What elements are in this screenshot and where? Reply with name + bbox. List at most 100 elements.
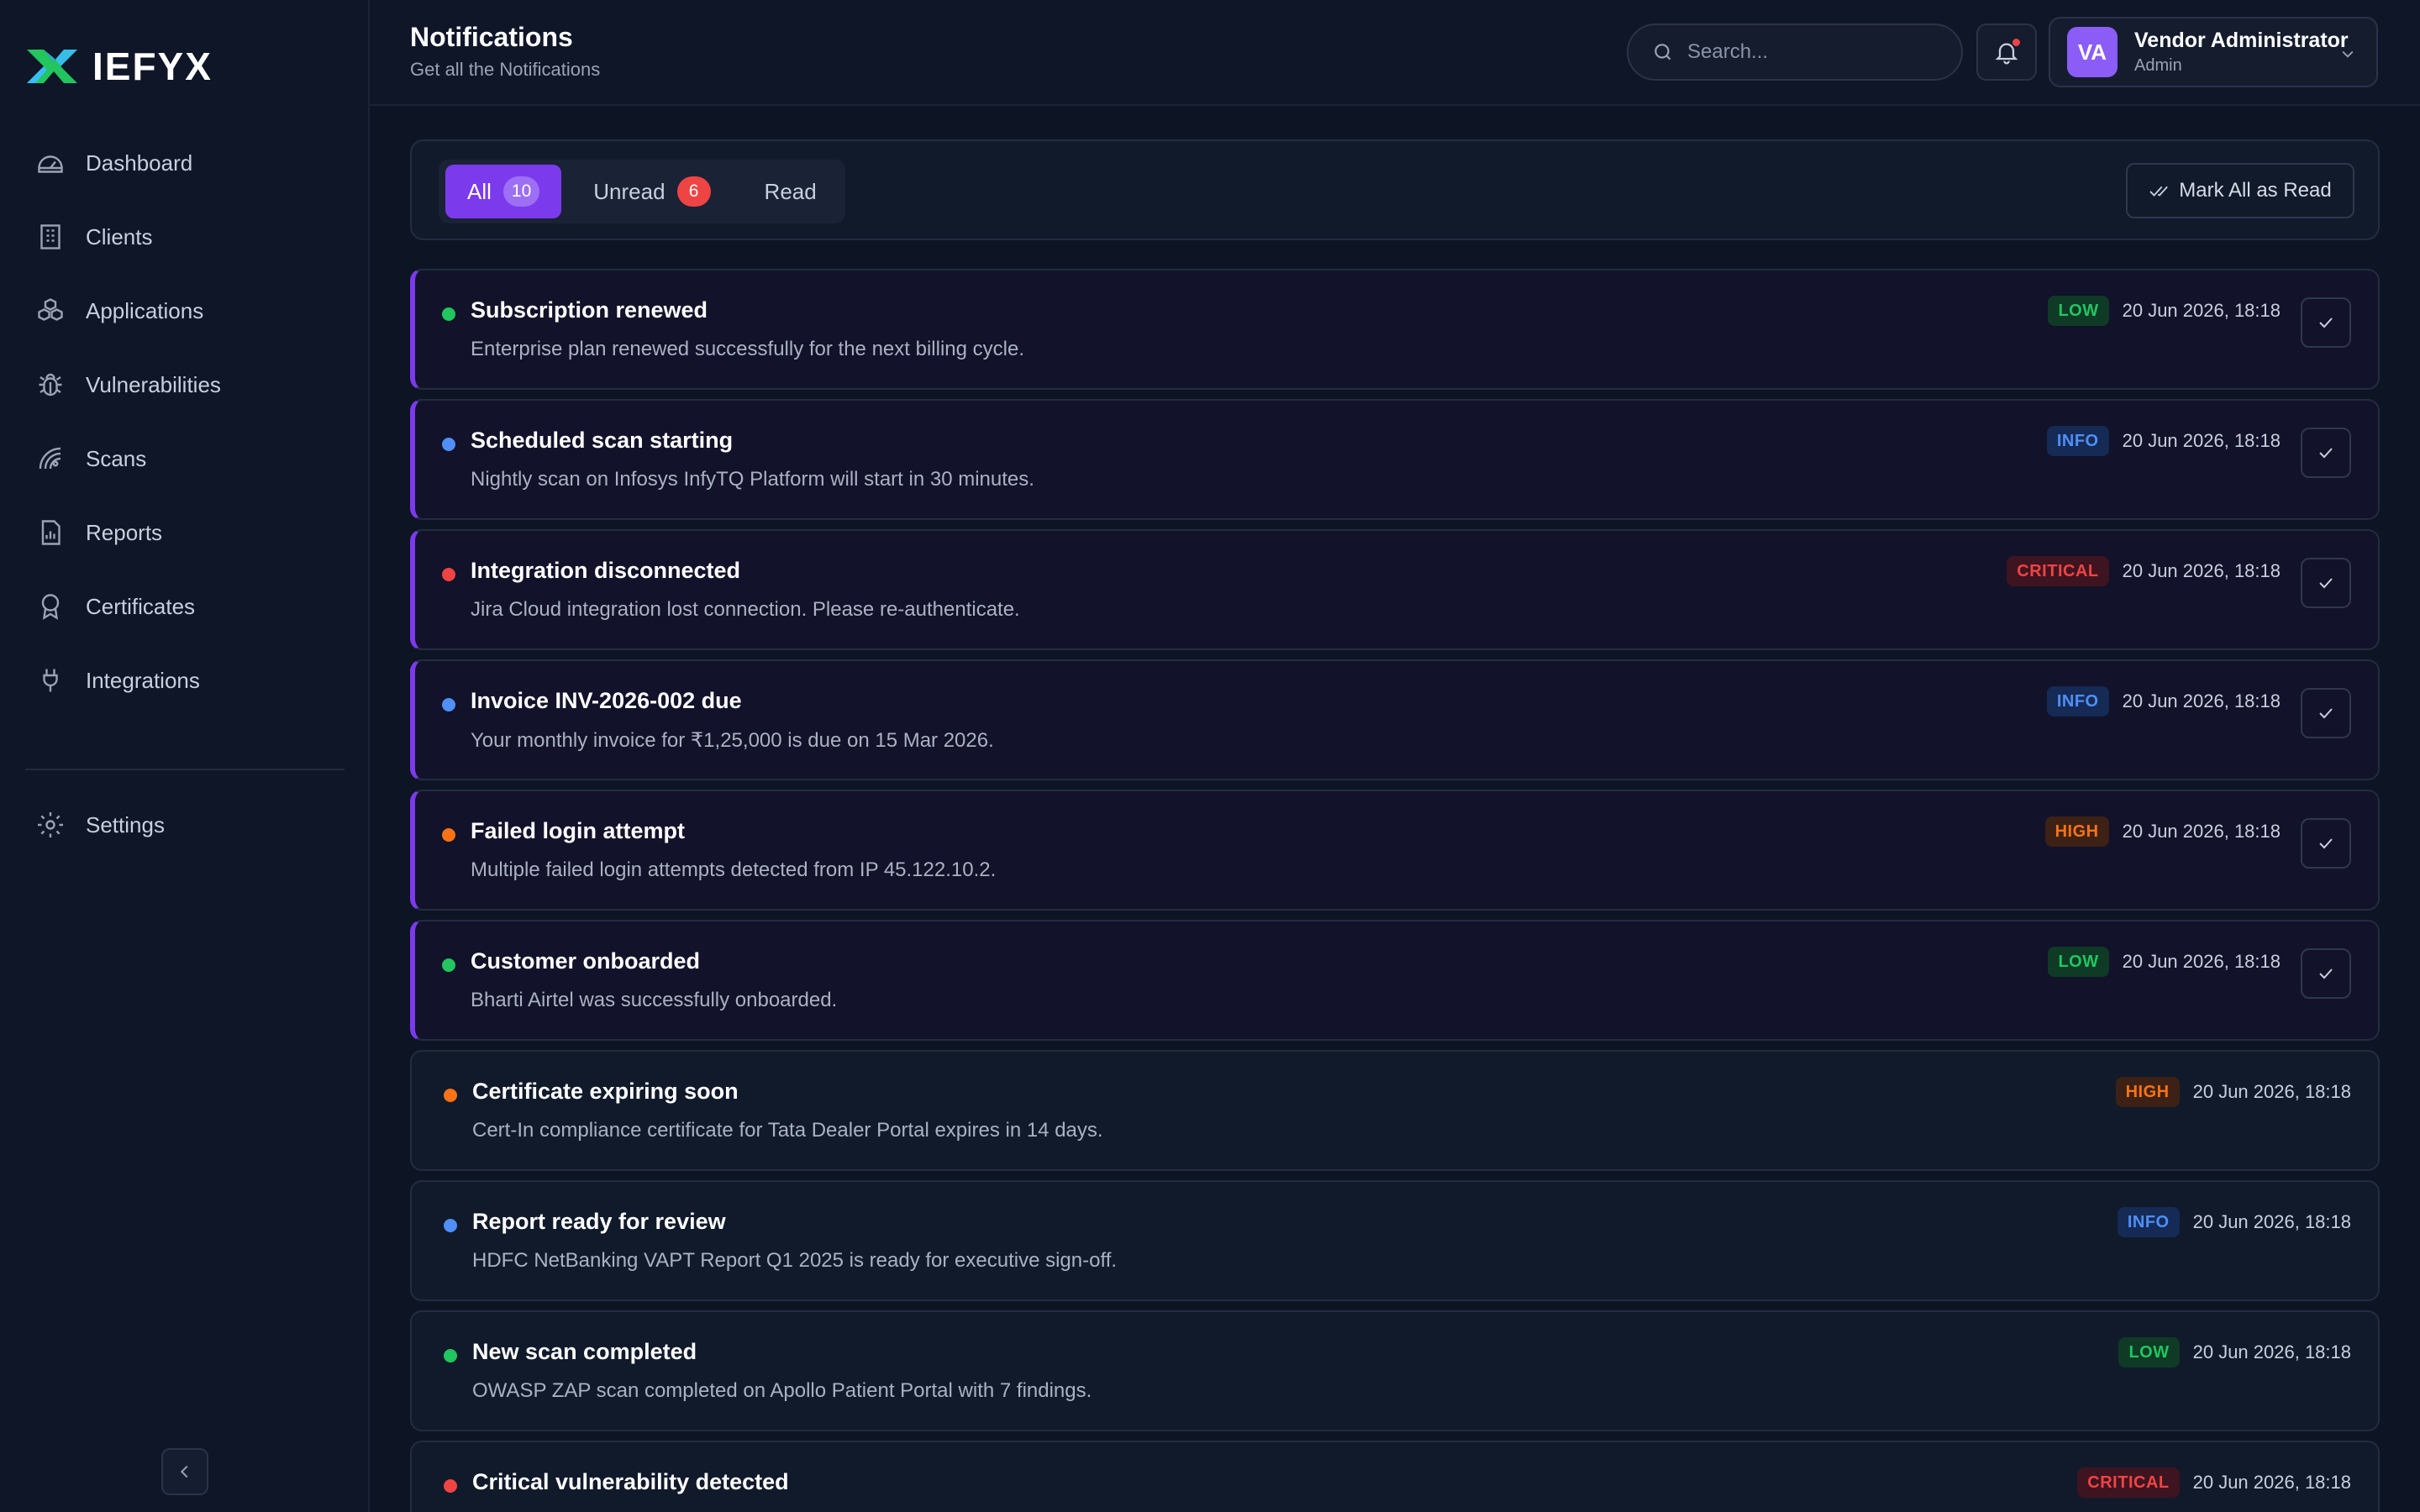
notification-item[interactable]: Customer onboarded Bharti Airtel was suc… — [410, 920, 2380, 1041]
double-check-icon — [2149, 186, 2169, 197]
user-menu-button[interactable]: VA Vendor Administrator Admin — [2049, 17, 2378, 87]
mark-all-read-label: Mark All as Read — [2179, 179, 2332, 202]
check-icon — [2319, 838, 2333, 849]
building-icon — [40, 224, 60, 249]
logo-mark-icon — [27, 50, 77, 83]
notification-timestamp: 20 Jun 2026, 18:18 — [2192, 1472, 2351, 1493]
severity-badge: INFO — [2117, 1207, 2180, 1237]
mark-read-button[interactable] — [2301, 948, 2351, 999]
sidebar-item-label: Dashboard — [86, 150, 193, 176]
notification-title: Customer onboarded — [471, 948, 701, 974]
notification-item[interactable]: Integration disconnected Jira Cloud inte… — [410, 529, 2380, 650]
notification-meta: INFO 20 Jun 2026, 18:18 — [2046, 686, 2281, 717]
severity-dot — [442, 438, 455, 451]
sidebar-item-applications[interactable]: Applications — [25, 274, 345, 348]
tab-label: All — [467, 178, 492, 204]
severity-dot — [442, 958, 455, 972]
sidebar-item-scans[interactable]: Scans — [25, 422, 345, 496]
notification-meta: LOW 20 Jun 2026, 18:18 — [2048, 296, 2281, 326]
mark-all-read-button[interactable]: Mark All as Read — [2126, 163, 2354, 218]
sidebar-divider — [25, 769, 345, 770]
sidebar-item-settings[interactable]: Settings — [25, 788, 345, 862]
sidebar-item-vulnerabilities[interactable]: Vulnerabilities — [25, 348, 345, 422]
notification-title: Certificate expiring soon — [472, 1079, 739, 1104]
sidebar-item-label: Settings — [86, 811, 165, 837]
notification-timestamp: 20 Jun 2026, 18:18 — [2122, 690, 2281, 711]
tab-count-badge: 10 — [502, 176, 540, 207]
notification-item[interactable]: Critical vulnerability detected CRITICAL… — [410, 1441, 2380, 1512]
notifications-bell-button[interactable] — [1976, 24, 2037, 81]
notification-timestamp: 20 Jun 2026, 18:18 — [2122, 560, 2281, 581]
sidebar-item-integrations[interactable]: Integrations — [25, 643, 345, 717]
sidebar-item-label: Vulnerabilities — [86, 371, 221, 397]
notification-title: Failed login attempt — [471, 818, 686, 843]
severity-badge: LOW — [2048, 947, 2109, 977]
notification-title: New scan completed — [472, 1339, 697, 1364]
notification-item[interactable]: Certificate expiring soon Cert-In compli… — [410, 1050, 2380, 1171]
tab-read[interactable]: Read — [743, 165, 839, 218]
notification-title: Subscription renewed — [471, 297, 708, 323]
sidebar-item-clients[interactable]: Clients — [25, 200, 345, 274]
notification-title: Invoice INV-2026-002 due — [471, 688, 742, 713]
sidebar-item-label: Reports — [86, 519, 163, 545]
notification-meta: CRITICAL 20 Jun 2026, 18:18 — [2007, 556, 2281, 586]
notification-title: Scheduled scan starting — [471, 428, 734, 453]
severity-dot — [444, 1089, 457, 1102]
severity-badge: HIGH — [2115, 1077, 2180, 1107]
notification-timestamp: 20 Jun 2026, 18:18 — [2192, 1341, 2351, 1362]
notification-item[interactable]: Invoice INV-2026-002 due Your monthly in… — [410, 659, 2380, 780]
notification-item[interactable]: New scan completed OWASP ZAP scan comple… — [410, 1310, 2380, 1431]
plug-icon — [43, 669, 58, 692]
top-header: Notifications Get all the Notifications … — [370, 0, 2420, 106]
mark-read-button[interactable] — [2301, 428, 2351, 478]
tab-all[interactable]: All 10 — [445, 165, 562, 218]
sidebar-settings-group: Settings — [25, 788, 345, 862]
brand-logo[interactable]: IEFYX — [25, 44, 213, 89]
notification-item[interactable]: Scheduled scan starting Nightly scan on … — [410, 399, 2380, 520]
tab-label: Unread — [593, 178, 666, 204]
notification-item[interactable]: Report ready for review HDFC NetBanking … — [410, 1180, 2380, 1301]
check-icon — [2319, 708, 2333, 719]
tab-unread[interactable]: Unread 6 — [571, 165, 732, 218]
notification-filter-bar: All 10 Unread 6 Read Mark All as Read — [410, 139, 2380, 240]
severity-dot — [442, 828, 455, 842]
filter-tabs: All 10 Unread 6 Read — [439, 160, 845, 223]
mark-read-button[interactable] — [2301, 558, 2351, 608]
notification-timestamp: 20 Jun 2026, 18:18 — [2122, 430, 2281, 451]
mark-read-button[interactable] — [2301, 297, 2351, 348]
tab-label: Read — [764, 178, 817, 204]
user-role: Admin — [2134, 56, 2182, 75]
unread-indicator-dot — [2012, 39, 2020, 46]
sidebar-item-dashboard[interactable]: Dashboard — [25, 126, 345, 200]
search-input[interactable] — [1687, 40, 1939, 64]
sidebar-item-reports[interactable]: Reports — [25, 496, 345, 570]
notification-item[interactable]: Failed login attempt Multiple failed log… — [410, 790, 2380, 911]
gear-icon — [38, 812, 63, 837]
check-icon — [2319, 318, 2333, 328]
page-title: Notifications — [410, 22, 573, 52]
notification-description: Jira Cloud integration lost connection. … — [471, 598, 1020, 621]
severity-badge: LOW — [2048, 296, 2109, 326]
notification-description: Enterprise plan renewed successfully for… — [471, 338, 1024, 360]
severity-dot — [444, 1219, 457, 1232]
page-subtitle: Get all the Notifications — [410, 59, 601, 80]
award-icon — [41, 594, 60, 620]
notification-description: Bharti Airtel was successfully onboarded… — [471, 989, 838, 1011]
mark-read-button[interactable] — [2301, 818, 2351, 869]
notification-timestamp: 20 Jun 2026, 18:18 — [2192, 1081, 2351, 1102]
notification-item[interactable]: Subscription renewed Enterprise plan ren… — [410, 269, 2380, 390]
tab-count-badge: 6 — [676, 176, 711, 207]
sidebar-collapse-button[interactable] — [161, 1448, 208, 1495]
sidebar-item-certificates[interactable]: Certificates — [25, 570, 345, 643]
notification-timestamp: 20 Jun 2026, 18:18 — [2122, 300, 2281, 321]
mark-read-button[interactable] — [2301, 688, 2351, 738]
bug-icon — [39, 373, 62, 396]
severity-dot — [442, 698, 455, 711]
notification-description: HDFC NetBanking VAPT Report Q1 2025 is r… — [472, 1249, 1118, 1272]
notification-title: Report ready for review — [472, 1209, 726, 1234]
check-icon — [2319, 448, 2333, 459]
severity-badge: CRITICAL — [2077, 1467, 2180, 1498]
notification-meta: CRITICAL 20 Jun 2026, 18:18 — [2077, 1467, 2351, 1498]
sidebar-item-label: Certificates — [86, 593, 196, 619]
notification-description: OWASP ZAP scan completed on Apollo Patie… — [472, 1379, 1092, 1402]
